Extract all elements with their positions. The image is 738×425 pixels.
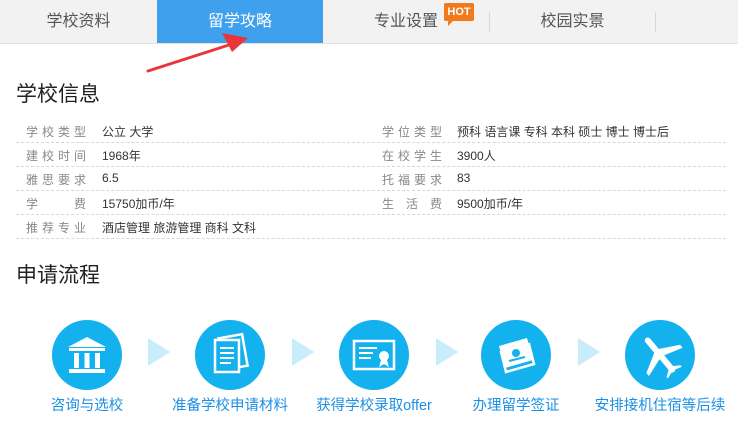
step-circle xyxy=(339,320,409,390)
school-info-title: 学校信息 xyxy=(16,83,100,106)
info-label: 在校学生 xyxy=(382,149,442,163)
info-value: 公立 大学 xyxy=(102,125,154,139)
step-label: 获得学校录取offer xyxy=(316,398,432,414)
step-label: 办理留学签证 xyxy=(472,398,560,414)
passport-icon xyxy=(499,338,536,374)
process-step-arrival: 安排接机住宿等后续 xyxy=(585,320,735,415)
info-label: 学校类型 xyxy=(26,125,86,139)
info-label: 生 活 费 xyxy=(382,197,442,211)
info-value: 3900人 xyxy=(457,149,496,163)
step-circle xyxy=(195,320,265,390)
info-value: 83 xyxy=(457,171,471,185)
school-info-table: 学校类型 公立 大学 学位类型 预科 语言课 专科 本科 硕士 博士 博士后 建… xyxy=(16,119,726,239)
step-label: 咨询与选校 xyxy=(50,398,124,414)
info-value: 6.5 xyxy=(102,171,119,185)
info-row: 雅思要求 6.5 托福要求 83 xyxy=(16,167,726,191)
info-value: 9500加币/年 xyxy=(457,197,524,211)
info-row: 推荐专业 酒店管理 旅游管理 商科 文科 xyxy=(16,215,726,239)
info-label: 雅思要求 xyxy=(26,173,86,187)
info-value: 酒店管理 旅游管理 商科 文科 xyxy=(102,221,257,235)
info-value: 1968年 xyxy=(102,149,141,163)
info-label: 学 费 xyxy=(26,197,86,211)
institution-icon xyxy=(68,337,106,373)
step-circle xyxy=(52,320,122,390)
process-title: 申请流程 xyxy=(16,264,100,287)
documents-icon xyxy=(213,332,250,374)
process-step-visa: 办理留学签证 xyxy=(441,320,591,415)
info-row: 建校时间 1968年 在校学生 3900人 xyxy=(16,143,726,167)
step-circle xyxy=(481,320,551,390)
process-step-consult: 咨询与选校 xyxy=(12,320,162,415)
info-label: 推荐专业 xyxy=(26,221,86,235)
step-label: 准备学校申请材料 xyxy=(172,398,288,414)
process-step-materials: 准备学校申请材料 xyxy=(155,320,305,415)
info-label: 托福要求 xyxy=(382,173,442,187)
info-label: 建校时间 xyxy=(26,149,86,163)
process-step-offer: 获得学校录取offer xyxy=(299,320,449,415)
step-circle xyxy=(625,320,695,390)
info-value: 15750加币/年 xyxy=(102,197,175,211)
info-row: 学校类型 公立 大学 学位类型 预科 语言课 专科 本科 硕士 博士 博士后 xyxy=(16,119,726,143)
info-label: 学位类型 xyxy=(382,125,442,139)
airplane-icon xyxy=(644,337,683,379)
info-row: 学 费 15750加币/年 生 活 费 9500加币/年 xyxy=(16,191,726,215)
info-value: 预科 语言课 专科 本科 硕士 博士 博士后 xyxy=(457,125,670,139)
step-label: 安排接机住宿等后续 xyxy=(594,398,726,414)
certificate-icon xyxy=(352,339,396,371)
